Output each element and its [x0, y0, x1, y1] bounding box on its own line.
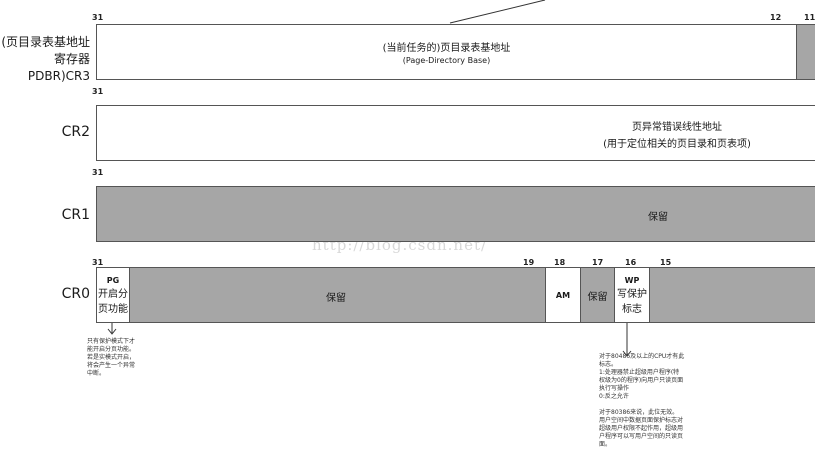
cr2-bit-31: 31: [92, 87, 104, 96]
cr3-label: (页目录表基地址 寄存器PDBR)CR3: [0, 34, 90, 85]
cr0-reserved-30-19: 保留: [129, 267, 546, 323]
cr0-wp-line1: 写保护: [617, 288, 647, 300]
cr0-pg-line1: 开启分: [98, 288, 128, 300]
cr3-bit-31: 31: [92, 13, 104, 22]
cr1-bit-31: 31: [92, 168, 104, 177]
pg-note: 只有保护模式下才 能开启分页功能。 若是实模式开启， 将会产生一个异常 中断。: [87, 338, 136, 377]
cr3-field-subtitle: (Page-Directory Base): [402, 56, 491, 65]
cr0-bit-15: 15: [660, 258, 672, 267]
cr0-reserved-15-down: [649, 267, 815, 323]
cr0-reserved-main-label: 保留: [326, 293, 346, 304]
cr0-bit-16: 16: [625, 258, 637, 267]
cr0-reserved-17: 保留: [580, 267, 615, 323]
cr1-label: CR1: [61, 207, 90, 223]
wp-note: 对于80486及以上的CPU才有此 标志。 1:处理器禁止超级用户程序(特 权级…: [599, 353, 685, 448]
cr0-wp-title: WP: [624, 275, 640, 285]
cr0-pg-line2: 页功能: [98, 303, 128, 315]
cr0-pg-bit: PG 开启分 页功能: [96, 267, 130, 323]
cr2-field-line1: 页异常错误线性地址: [632, 122, 722, 133]
cr0-bit-31: 31: [92, 258, 104, 267]
cr0-reserved-17-label: 保留: [587, 291, 608, 303]
cr0-wp-line2: 标志: [622, 303, 642, 315]
cr3-reserved-field: [796, 24, 815, 80]
cr0-wp-bit: WP 写保护 标志: [614, 267, 650, 323]
pg-note-arrow: [107, 323, 117, 335]
cr2-fault-address-field: 页异常错误线性地址 (用于定位相关的页目录和页表项): [96, 105, 815, 161]
wp-note-arrow: [622, 323, 632, 357]
cr0-bit-19: 19: [523, 258, 535, 267]
cr3-label-line1: (页目录表基地址: [1, 35, 90, 49]
cr3-bit-12: 12: [770, 13, 782, 22]
cr0-bit-17: 17: [592, 258, 604, 267]
cr0-label: CR0: [61, 286, 90, 302]
cr3-field-title: (当前任务的)页目录表基地址: [382, 43, 511, 54]
cr3-label-line2: 寄存器PDBR)CR3: [27, 52, 90, 83]
cr0-am-bit: AM: [545, 267, 581, 323]
cr3-page-directory-base-field: (当前任务的)页目录表基地址 (Page-Directory Base): [96, 24, 797, 80]
cr3-bit-11: 11: [804, 13, 815, 22]
cr1-reserved-label: 保留: [648, 212, 668, 223]
cr0-am-label: AM: [555, 290, 571, 300]
cr2-label: CR2: [61, 124, 90, 140]
cr0-pg-title: PG: [106, 275, 120, 285]
cr0-bit-18: 18: [554, 258, 566, 267]
cr1-reserved-field: 保留: [96, 186, 815, 242]
cr2-field-line2: (用于定位相关的页目录和页表项): [603, 139, 751, 150]
